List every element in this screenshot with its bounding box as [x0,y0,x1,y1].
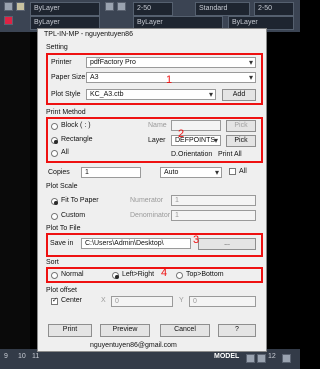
match-layer-icon[interactable] [105,2,114,11]
save-in-value: C:\Users\Admin\Desktop\ [85,240,164,247]
status-number-1: 9 [4,353,8,360]
denominator-field[interactable]: 1 [171,210,256,221]
printer-value: pdfFactory Pro [90,59,136,66]
save-in-label: Save in [50,240,74,247]
y-offset-field[interactable]: 0 [189,296,256,307]
cad-status-bar [0,349,300,369]
linetype-dropdown-label: ByLayer [137,19,163,26]
copies-field[interactable]: 1 [81,167,141,178]
custom-label: Custom [61,212,86,219]
copies-label: Copies [48,169,70,176]
auto-value: Auto [164,169,179,176]
layer-label: Layer [148,137,166,144]
plot-style-label: Plot Style [51,91,81,98]
marker-1: 1 [166,74,173,86]
model-tab[interactable]: MODEL [214,353,239,360]
layer-previous-icon[interactable] [117,2,126,11]
status-number-3: 11 [32,353,40,360]
paper-size-value: A3 [90,74,99,81]
color-dropdown-label: ByLayer [34,19,60,26]
all-checkbox-label: All [239,168,247,175]
fit-to-paper-label: Fit To Paper [61,197,99,204]
scale-field[interactable]: 2-50 [133,2,173,16]
rectangle-label: Rectangle [61,136,93,143]
sort-section: Sort [46,259,59,266]
marker-3: 3 [193,234,200,246]
marker-4: 4 [161,267,168,279]
cancel-button[interactable]: Cancel [160,324,210,337]
center-checkbox[interactable] [51,296,58,305]
all-checkbox[interactable] [229,168,236,175]
footer-email: nguyentuyen86@gmail.com [90,342,177,349]
add-button[interactable]: Add [222,89,256,101]
scale-field-2-label: 2-50 [258,5,273,12]
plot-scale-section: Plot Scale [46,183,78,190]
plot-to-file-section: Plot To File [46,225,81,232]
orientation-label[interactable]: D.Orientation [171,151,212,158]
numerator-value: 1 [175,197,179,204]
denominator-label: Denominator [130,212,171,219]
plot-style-value: KC_A3.ctb [90,91,124,98]
lineweight-dropdown-label: ByLayer [232,19,258,26]
x-label: X [101,297,106,304]
print-all-label[interactable]: Print All [218,151,242,158]
auto-dropdown[interactable]: Auto [160,167,222,178]
numerator-field[interactable]: 1 [171,195,256,206]
color-swatch-icon[interactable] [4,16,13,25]
printer-dropdown[interactable]: pdfFactory Pro [86,57,256,68]
normal-radio[interactable] [51,272,58,279]
name-label: Name [148,122,167,129]
numerator-label: Numerator [130,197,164,204]
top-bottom-radio[interactable] [176,272,183,279]
preview-button[interactable]: Preview [100,324,150,337]
dialog-title: TPL-IN-MP - nguyentuyen86 [44,31,133,38]
left-right-label: Left>Right [122,271,155,278]
center-label: Center [61,297,83,304]
style-dropdown-label: Standard [199,5,228,12]
snap-icon[interactable] [257,354,266,363]
print-button[interactable]: Print [48,324,92,337]
scale-field-2[interactable]: 2-50 [254,2,294,16]
paper-size-label: Paper Size [51,74,86,81]
x-offset-field[interactable]: 0 [111,296,173,307]
plot-style-dropdown[interactable]: KC_A3.ctb [86,89,216,100]
printer-label: Printer [51,59,72,66]
setting-section: Setting [46,44,68,51]
grid-icon[interactable] [246,354,255,363]
sun-icon[interactable] [16,2,25,11]
browse-button[interactable]: ... [198,238,256,250]
print-method-section: Print Method [46,109,86,116]
all-radio[interactable] [51,150,58,157]
marker-2: 2 [178,128,185,140]
custom-radio[interactable] [51,213,58,220]
normal-label: Normal [61,271,84,278]
plot-dialog: TPL-IN-MP - nguyentuyen86 Setting Printe… [37,28,267,352]
y-offset-value: 0 [193,298,197,305]
help-button[interactable]: ? [218,324,256,337]
layer-dropdown-label: ByLayer [34,5,60,12]
status-number-2: 10 [18,353,26,360]
plot-offset-section: Plot offset [46,287,78,294]
rectangle-radio[interactable] [51,137,58,144]
y-label: Y [179,297,184,304]
fit-to-paper-radio[interactable] [51,198,58,205]
block-label: Block ( : ) [61,122,91,129]
save-in-field[interactable]: C:\Users\Admin\Desktop\ [81,238,191,249]
scale-field-label: 2-50 [137,5,152,12]
x-offset-value: 0 [115,298,119,305]
denominator-value: 1 [175,212,179,219]
pick-button-1[interactable]: Pick [226,120,256,132]
status-number-4: 12 [268,353,276,360]
block-radio[interactable] [51,123,58,130]
style-dropdown[interactable]: Standard [195,2,250,16]
left-right-radio[interactable] [112,272,119,279]
layer-dropdown[interactable]: ByLayer [30,2,100,16]
copies-value: 1 [85,169,89,176]
pick-button-2[interactable]: Pick [226,135,256,147]
layer-icon[interactable] [4,2,13,11]
all-label: All [61,149,69,156]
top-bottom-label: Top>Bottom [186,271,224,278]
cad-canvas[interactable] [0,32,30,350]
settings-icon[interactable] [282,354,291,363]
